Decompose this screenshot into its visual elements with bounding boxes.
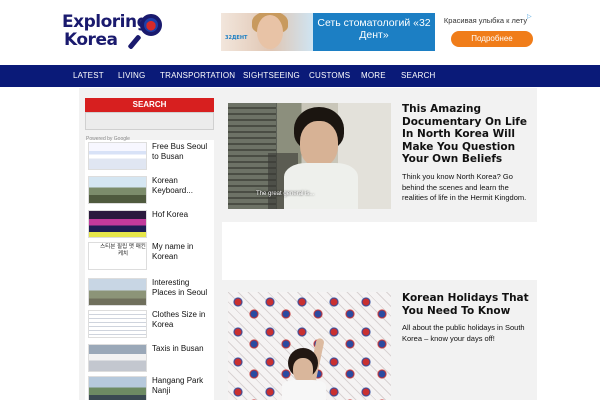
magnifying-glass-icon [140, 14, 162, 36]
article-title[interactable]: This Amazing Documentary On Life In Nort… [402, 103, 532, 166]
nav-more[interactable]: MORE [361, 65, 386, 87]
list-item-thumbnail[interactable]: 스티븐 필립 맷 매킨 케치 [88, 242, 147, 270]
list-item-thumbnail[interactable] [88, 344, 147, 372]
article-image[interactable]: The great general is... [228, 103, 391, 209]
nav-customs[interactable]: CUSTOMS [309, 65, 350, 87]
nav-sightseeing[interactable]: SIGHTSEEING [243, 65, 300, 87]
list-item-title[interactable]: Free Bus Seoul to Busan [152, 142, 214, 162]
powered-by-google: Powered by Google [86, 136, 130, 142]
nav-search[interactable]: SEARCH [401, 65, 436, 87]
list-item[interactable]: Taxis in Busan [85, 342, 214, 374]
list-item-title[interactable]: Taxis in Busan [152, 344, 214, 354]
thumbnail-korean-text: 스티븐 필립 맷 매킨 케치 [100, 244, 146, 257]
list-item[interactable]: Korean Keyboard... [85, 174, 214, 206]
list-item-title[interactable]: Interesting Places in Seoul [152, 278, 214, 298]
list-item[interactable]: Free Bus Seoul to Busan [85, 140, 214, 172]
list-item-title[interactable]: Clothes Size in Korea [152, 310, 214, 330]
list-item-title[interactable]: Hangang Park Nanji [152, 376, 214, 396]
list-item-title[interactable]: My name in Korean [152, 242, 214, 262]
nav-transportation[interactable]: TRANSPORTATION [160, 65, 235, 87]
empty-ad-slot [222, 222, 537, 280]
list-item-thumbnail[interactable] [88, 210, 147, 238]
article-image[interactable] [228, 292, 391, 400]
sidebar-search-heading: SEARCH [85, 98, 214, 112]
article-title[interactable]: Korean Holidays That You Need To Know [402, 292, 532, 317]
list-item[interactable]: Clothes Size in Korea [85, 308, 214, 340]
list-item-thumbnail[interactable] [88, 142, 147, 170]
list-item[interactable]: 스티븐 필립 맷 매킨 케치 My name in Korean [85, 240, 214, 272]
logo-text-line2: Korea [64, 30, 118, 50]
logo-text-line1: Exploring [62, 12, 149, 32]
list-item[interactable]: Hof Korea [85, 208, 214, 240]
ad-tagline: Красивая улыбка к лету [443, 16, 528, 25]
list-item[interactable]: Interesting Places in Seoul [85, 276, 214, 308]
ad-brand: 32ДЕНТ [225, 35, 248, 41]
ad-right-panel: Красивая улыбка к лету Подробнее [435, 13, 536, 51]
list-item-thumbnail[interactable] [88, 376, 147, 400]
article-excerpt: Think you know North Korea? Go behind th… [402, 172, 527, 202]
adchoices-icon[interactable]: ▷ [527, 13, 535, 21]
banner-ad[interactable]: 32ДЕНТ Сеть стоматологий «32 Дент» Краси… [221, 13, 536, 51]
list-item-thumbnail[interactable] [88, 176, 147, 204]
article-excerpt: All about the public holidays in South K… [402, 323, 525, 343]
nav-living[interactable]: LIVING [118, 65, 145, 87]
list-item-title[interactable]: Hof Korea [152, 210, 214, 220]
site-logo[interactable]: Exploring Korea [62, 12, 164, 54]
nav-latest[interactable]: LATEST [73, 65, 104, 87]
list-item[interactable]: Hangang Park Nanji [85, 374, 214, 400]
video-caption: The great general is... [256, 191, 315, 197]
sidebar-search-input[interactable] [85, 112, 214, 130]
sidebar-list: Free Bus Seoul to Busan Korean Keyboard.… [85, 140, 214, 400]
main-nav: LATEST LIVING TRANSPORTATION SIGHTSEEING… [0, 65, 600, 87]
ad-headline: Сеть стоматологий «32 Дент» [317, 17, 431, 41]
list-item-title[interactable]: Korean Keyboard... [152, 176, 214, 196]
ad-photo: 32ДЕНТ [221, 13, 313, 51]
ad-cta-button[interactable]: Подробнее [451, 31, 533, 47]
magnifying-glass-handle [127, 34, 142, 50]
list-item-thumbnail[interactable] [88, 278, 147, 306]
list-item-thumbnail[interactable] [88, 310, 147, 338]
